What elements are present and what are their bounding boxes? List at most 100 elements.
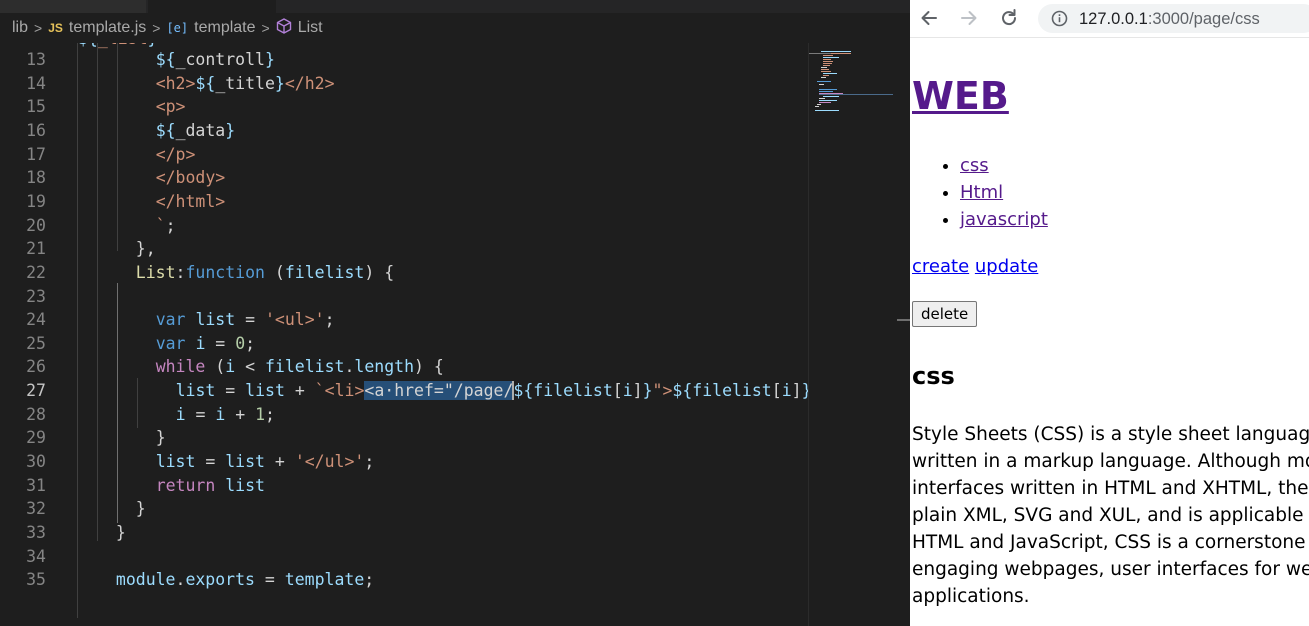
line-number: 17 [26, 144, 46, 164]
create-link[interactable]: create [912, 256, 969, 277]
code-line[interactable]: list = list + `<li><a·href="/page/${file… [175, 381, 808, 401]
page-title: WEB [912, 72, 1009, 120]
code-token: } [642, 381, 653, 401]
code-area[interactable]: ${_list} 13${_controll}14<h2>${_title}</… [0, 43, 808, 626]
list-item: Html [960, 179, 1048, 206]
code-line[interactable]: list = list + '</ul>'; [156, 452, 375, 471]
code-token: 0 [235, 333, 246, 353]
line-number: 35 [26, 570, 46, 590]
editor-tab-active[interactable] [148, 0, 276, 13]
minimap-line [819, 98, 825, 99]
update-link[interactable]: update [975, 256, 1038, 277]
code-line[interactable]: i = i + 1; [176, 405, 275, 424]
code-line[interactable]: module.exports = template; [116, 570, 374, 589]
code-line[interactable]: }, [136, 239, 156, 258]
minimap-line [821, 71, 831, 72]
file-link-javascript[interactable]: javascript [960, 209, 1048, 230]
code-token: } [135, 499, 146, 519]
line-number: 16 [26, 120, 46, 140]
breadcrumb-folder[interactable]: lib [12, 19, 28, 37]
minimap-line [819, 84, 824, 85]
code-token: i [195, 333, 206, 353]
code-line[interactable]: } [116, 523, 126, 542]
minimap-line [823, 55, 833, 56]
reload-icon[interactable] [998, 7, 1020, 29]
breadcrumb-symbol[interactable]: template [194, 19, 255, 37]
code-line[interactable]: var list = '<ul>'; [156, 310, 335, 329]
code-editor[interactable]: lib > JS template.js > [e] template > Li… [0, 0, 910, 626]
code-token: i [781, 381, 792, 401]
code-token: </h2> [284, 73, 335, 93]
editor-tab-inactive[interactable] [0, 0, 146, 13]
selected-text: <a·href="/page/ [364, 381, 514, 401]
code-token: 1 [255, 404, 266, 424]
code-token: ] [632, 381, 643, 401]
description-line: HTML and JavaScript, CSS is a cornerston… [912, 532, 1309, 553]
code-token: '</ul>' [294, 452, 365, 472]
code-token: ; [245, 333, 256, 353]
minimap[interactable] [808, 43, 910, 626]
code-line[interactable]: `; [156, 216, 176, 235]
breadcrumb-file[interactable]: template.js [69, 19, 146, 37]
file-list: css Html javascript [912, 152, 1048, 233]
code-token: }, [135, 239, 156, 259]
delete-button[interactable]: delete [912, 301, 978, 327]
minimap-line [819, 100, 837, 101]
file-link-css[interactable]: css [960, 155, 989, 176]
code-line[interactable]: </html> [156, 192, 226, 211]
file-link-html[interactable]: Html [960, 182, 1003, 203]
code-token: <p> [155, 97, 186, 117]
description-line: plain XML, SVG and XUL, and is applicabl… [912, 505, 1309, 526]
code-line[interactable]: List:function (filelist) { [136, 263, 394, 282]
cube-method-icon [276, 17, 292, 39]
code-line[interactable]: } [136, 499, 146, 518]
code-token: ( [205, 357, 226, 377]
code-token: </p> [155, 144, 196, 164]
url-text[interactable]: 127.0.0.1:3000/page/css [1079, 10, 1260, 29]
code-line[interactable]: <p> [156, 97, 186, 116]
code-token: = [185, 404, 216, 424]
code-token: ; [324, 310, 335, 330]
minimap-line [823, 96, 839, 97]
code-line[interactable]: return list [156, 476, 265, 495]
code-token: . [344, 357, 355, 377]
address-bar[interactable]: 127.0.0.1:3000/page/css [1038, 4, 1309, 33]
line-number: 14 [26, 73, 46, 93]
code-line[interactable]: } [156, 428, 166, 447]
description-line: interfaces written in HTML and XHTML, th… [912, 478, 1309, 499]
line-number: 34 [26, 546, 46, 566]
code-line[interactable]: while (i < filelist.length) { [156, 357, 444, 376]
forward-arrow-icon[interactable] [958, 7, 980, 29]
line-number: 19 [26, 191, 46, 211]
code-token: list [175, 381, 216, 401]
code-line[interactable]: ${_data} [156, 121, 235, 140]
code-token: : [175, 262, 186, 282]
line-number: 13 [26, 50, 46, 69]
description-line: applications. [912, 586, 1030, 607]
code-line[interactable]: </body> [156, 168, 226, 187]
minimap-line [823, 57, 839, 58]
minimap-line [823, 75, 829, 76]
line-number: 27 [26, 381, 46, 401]
code-token: return [155, 475, 216, 495]
scrollbar-marker[interactable] [897, 319, 910, 321]
back-arrow-icon[interactable] [918, 7, 940, 29]
editor-tab-strip [0, 0, 910, 13]
code-token: list [225, 475, 265, 495]
code-token: [ [771, 381, 782, 401]
home-link[interactable]: WEB [912, 74, 1009, 118]
info-icon[interactable] [1051, 10, 1068, 32]
code-line[interactable]: var i = 0; [156, 334, 255, 353]
code-line[interactable]: <h2>${_title}</h2> [156, 74, 335, 93]
code-token: _controll [175, 50, 265, 69]
chevron-right-icon: > [152, 20, 161, 36]
minimap-line [815, 110, 839, 111]
code-token: . [175, 570, 186, 590]
code-token: i [622, 381, 633, 401]
minimap-line [823, 63, 832, 64]
code-line[interactable]: </p> [156, 145, 196, 164]
code-line[interactable]: ${_controll} [156, 50, 275, 69]
line-number: 32 [26, 499, 46, 519]
code-token: = [254, 570, 285, 590]
breadcrumb-member[interactable]: List [298, 19, 323, 37]
